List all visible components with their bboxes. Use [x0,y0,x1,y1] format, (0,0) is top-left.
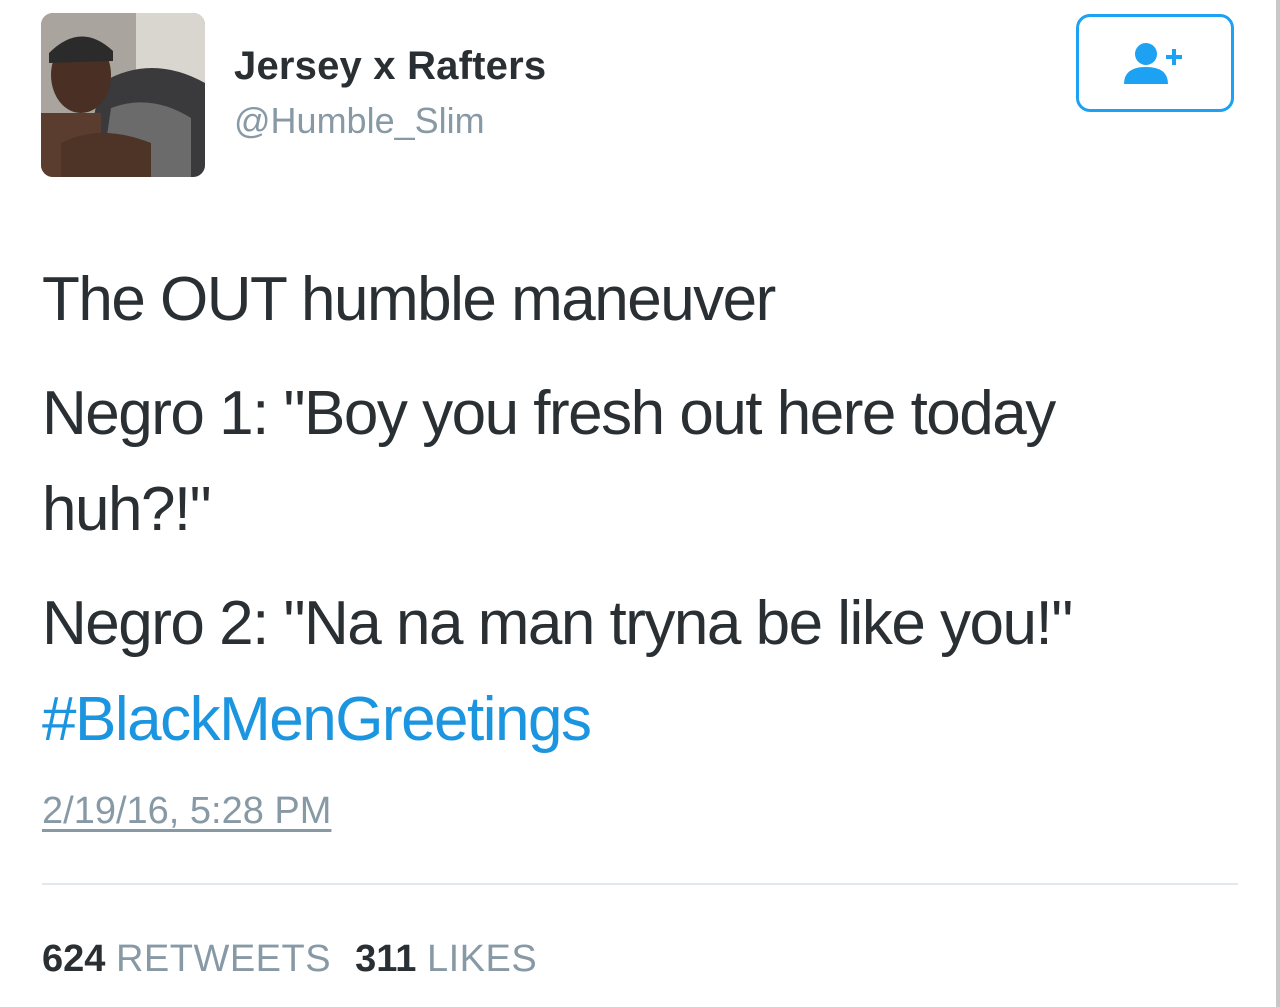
display-name[interactable]: Jersey x Rafters [234,44,546,89]
likes-label: LIKES [426,938,538,980]
tweet-line: The OUT humble maneuver [42,265,776,334]
window-edge [1276,0,1280,1007]
tweet-line: Negro 1: "Boy you fresh out here today [42,379,1056,448]
tweet-line: huh?!" [42,475,212,544]
avatar-photo [41,13,205,177]
tweet-timestamp[interactable]: 2/19/16, 5:28 PM [42,790,331,833]
follow-button[interactable] [1076,14,1234,112]
likes-count: 311 [355,938,417,980]
hashtag-link[interactable]: #BlackMenGreetings [42,685,592,754]
retweets-count: 624 [42,938,106,980]
add-user-icon [1124,43,1182,84]
retweets-stat[interactable]: 624 RETWEETS [42,938,331,980]
avatar[interactable] [41,13,205,177]
retweets-label: RETWEETS [115,938,332,980]
likes-stat[interactable]: 311 LIKES [355,938,537,980]
tweet-text: The OUT humble maneuver Negro 1: "Boy yo… [42,252,1222,768]
tweet-line: Negro 2: "Na na man tryna be like you!" [42,589,1073,658]
divider [42,883,1238,885]
tweet-stats: 624 RETWEETS 311 LIKES [42,938,537,981]
user-handle[interactable]: @Humble_Slim [234,100,485,142]
